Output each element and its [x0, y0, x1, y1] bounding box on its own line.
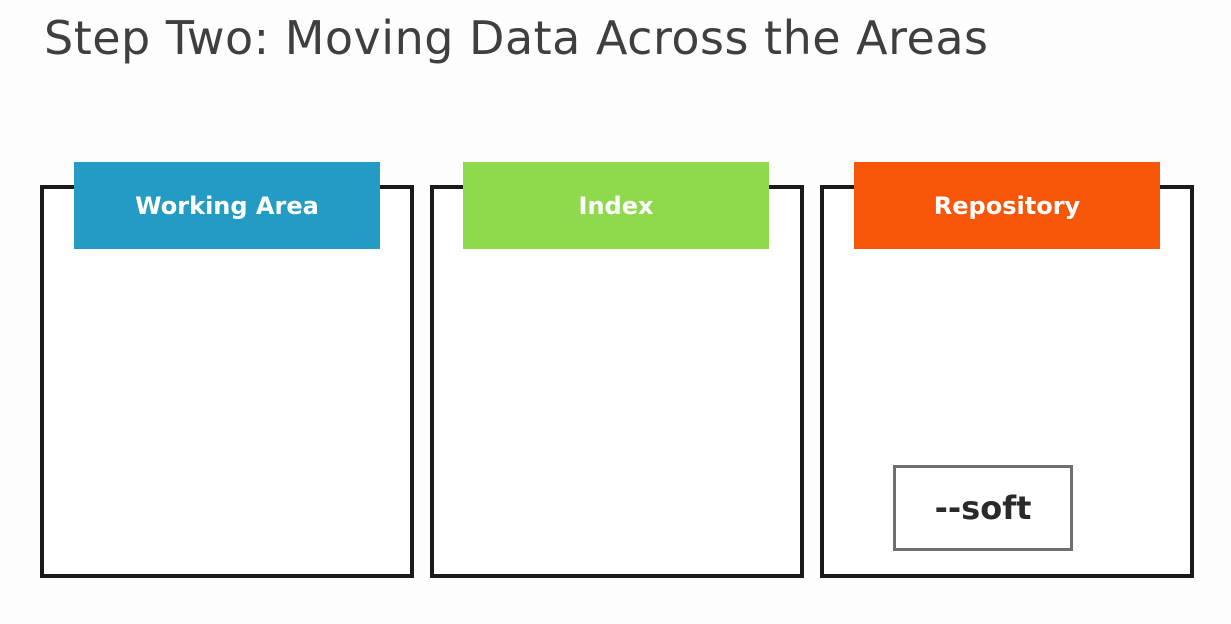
working-area-header: Working Area [74, 162, 380, 249]
working-area-label: Working Area [135, 191, 319, 220]
index-header: Index [463, 162, 769, 249]
repository-header: Repository [854, 162, 1160, 249]
repository-label: Repository [933, 191, 1081, 220]
index-label: Index [578, 191, 654, 220]
soft-option-box: --soft [893, 465, 1073, 551]
soft-option-label: --soft [934, 489, 1032, 527]
slide-title: Step Two: Moving Data Across the Areas [44, 11, 989, 65]
